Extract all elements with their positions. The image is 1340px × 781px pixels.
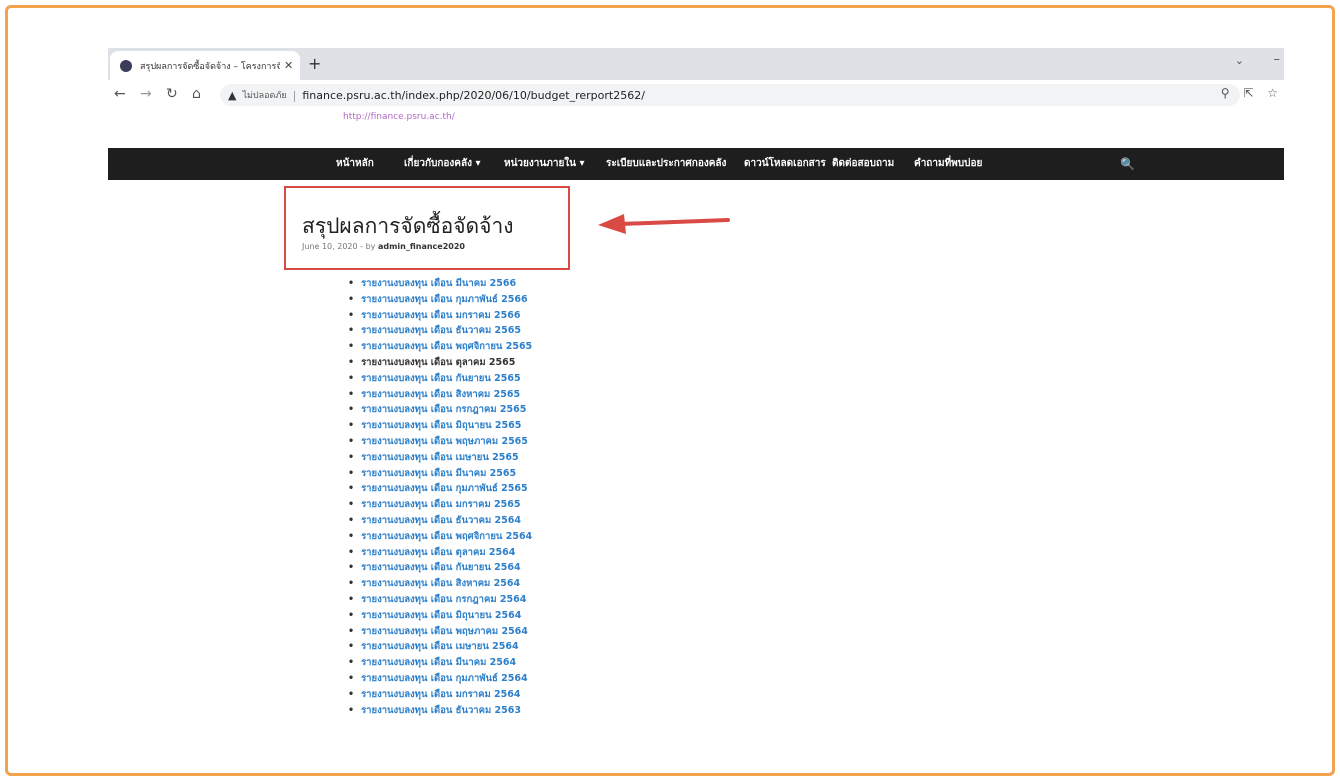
forward-arrow-icon[interactable]: →: [140, 86, 152, 102]
report-list-item[interactable]: รายงานงบลงทุน เดือน ตุลาคม 2564: [348, 545, 532, 561]
post-meta: June 10, 2020 - by admin_finance2020: [302, 242, 465, 251]
share-icon[interactable]: ⇱: [1243, 86, 1253, 100]
tab-search-chevron-icon[interactable]: ⌄: [1235, 54, 1244, 67]
address-bar: ← → ↻ ⌂ ▲ ไม่ปลอดภัย | finance.psru.ac.t…: [108, 80, 1284, 111]
nav-item-home[interactable]: หน้าหลัก: [336, 148, 374, 180]
report-list-item[interactable]: รายงานงบลงทุน เดือน มิถุนายน 2564: [348, 608, 532, 624]
report-list-item[interactable]: รายงานงบลงทุน เดือน กรกฎาคม 2565: [348, 402, 532, 418]
report-list-item[interactable]: รายงานงบลงทุน เดือน สิงหาคม 2564: [348, 576, 532, 592]
nav-item-about[interactable]: เกี่ยวกับกองคลัง ▾: [404, 148, 481, 180]
report-list-item[interactable]: รายงานงบลงทุน เดือน สิงหาคม 2565: [348, 387, 532, 403]
back-arrow-icon[interactable]: ←: [114, 86, 126, 102]
annotation-arrow-icon: [598, 214, 730, 234]
tab-title: สรุปผลการจัดซื้อจัดจ้าง – โครงการจัด: [140, 61, 280, 72]
post-date[interactable]: June 10, 2020: [302, 242, 358, 251]
report-list-item[interactable]: รายงานงบลงทุน เดือน กันยายน 2565: [348, 371, 532, 387]
site-favicon-icon: [120, 59, 132, 72]
not-secure-warning-icon[interactable]: ▲: [228, 89, 236, 102]
bookmark-star-icon[interactable]: ☆: [1267, 86, 1278, 100]
nav-item-departments[interactable]: หน่วยงานภายใน ▾: [504, 148, 585, 180]
site-navbar: หน้าหลัก เกี่ยวกับกองคลัง ▾ หน่วยงานภายใ…: [108, 148, 1284, 180]
tab-close-icon[interactable]: ✕: [284, 59, 293, 72]
report-list-item[interactable]: รายงานงบลงทุน เดือน มิถุนายน 2565: [348, 418, 532, 434]
report-list-item[interactable]: รายงานงบลงทุน เดือน มกราคม 2566: [348, 308, 532, 324]
browser-tab[interactable]: สรุปผลการจัดซื้อจัดจ้าง – โครงการจัด ✕: [110, 51, 300, 80]
report-list-item[interactable]: รายงานงบลงทุน เดือน กรกฎาคม 2564: [348, 592, 532, 608]
report-list-item[interactable]: รายงานงบลงทุน เดือน มีนาคม 2564: [348, 655, 532, 671]
report-list-item[interactable]: รายงานงบลงทุน เดือน เมษายน 2565: [348, 450, 532, 466]
report-list-item[interactable]: รายงานงบลงทุน เดือน กันยายน 2564: [348, 560, 532, 576]
url-omnibox[interactable]: ▲ ไม่ปลอดภัย | finance.psru.ac.th/index.…: [220, 84, 1240, 106]
nav-item-downloads[interactable]: ดาวน์โหลดเอกสาร: [744, 148, 826, 180]
site-home-link[interactable]: http://finance.psru.ac.th/: [343, 112, 455, 122]
report-list-item[interactable]: รายงานงบลงทุน เดือน พฤศจิกายน 2564: [348, 529, 532, 545]
report-list-item[interactable]: รายงานงบลงทุน เดือน ตุลาคม 2565: [348, 355, 532, 371]
report-list-item[interactable]: รายงานงบลงทุน เดือน กุมภาพันธ์ 2564: [348, 671, 532, 687]
post-by-label: - by: [360, 242, 376, 251]
report-list-item[interactable]: รายงานงบลงทุน เดือน มีนาคม 2565: [348, 466, 532, 482]
report-list-item[interactable]: รายงานงบลงทุน เดือน มกราคม 2564: [348, 687, 532, 703]
report-list-item[interactable]: รายงานงบลงทุน เดือน กุมภาพันธ์ 2566: [348, 292, 532, 308]
home-icon[interactable]: ⌂: [192, 86, 201, 102]
report-list-item[interactable]: รายงานงบลงทุน เดือน มีนาคม 2566: [348, 276, 532, 292]
page-title: สรุปผลการจัดซื้อจัดจ้าง: [302, 214, 514, 238]
zoom-icon[interactable]: ⚲: [1221, 86, 1230, 100]
report-list-item[interactable]: รายงานงบลงทุน เดือน ธันวาคม 2564: [348, 513, 532, 529]
minimize-window-icon[interactable]: –: [1274, 52, 1281, 67]
nav-item-regulations[interactable]: ระเบียบและประกาศกองคลัง: [606, 148, 726, 180]
omnibox-actions: ⚲ ⇱ ☆: [1211, 86, 1278, 100]
nav-item-faq[interactable]: คำถามที่พบบ่อย: [914, 148, 982, 180]
post-author[interactable]: admin_finance2020: [378, 242, 465, 251]
not-secure-label[interactable]: ไม่ปลอดภัย: [242, 88, 286, 102]
browser-window: สรุปผลการจัดซื้อจัดจ้าง – โครงการจัด ✕ +…: [108, 48, 1284, 768]
screenshot-frame: สรุปผลการจัดซื้อจัดจ้าง – โครงการจัด ✕ +…: [5, 5, 1335, 776]
report-list-item[interactable]: รายงานงบลงทุน เดือน พฤศจิกายน 2565: [348, 339, 532, 355]
web-page: http://finance.psru.ac.th/ หน้าหลัก เกี่…: [108, 110, 1284, 768]
report-list-item[interactable]: รายงานงบลงทุน เดือน ธันวาคม 2563: [348, 703, 532, 719]
site-search-icon[interactable]: 🔍: [1120, 148, 1135, 180]
url-text[interactable]: finance.psru.ac.th/index.php/2020/06/10/…: [302, 89, 645, 102]
nav-item-contact[interactable]: ติดต่อสอบถาม: [832, 148, 894, 180]
report-list-item[interactable]: รายงานงบลงทุน เดือน กุมภาพันธ์ 2565: [348, 481, 532, 497]
report-list-item[interactable]: รายงานงบลงทุน เดือน เมษายน 2564: [348, 639, 532, 655]
report-list: รายงานงบลงทุน เดือน มีนาคม 2566รายงานงบล…: [348, 276, 532, 718]
report-list-item[interactable]: รายงานงบลงทุน เดือน พฤษภาคม 2564: [348, 624, 532, 640]
report-list-item[interactable]: รายงานงบลงทุน เดือน พฤษภาคม 2565: [348, 434, 532, 450]
new-tab-button[interactable]: +: [308, 54, 321, 73]
report-list-item[interactable]: รายงานงบลงทุน เดือน มกราคม 2565: [348, 497, 532, 513]
report-list-item[interactable]: รายงานงบลงทุน เดือน ธันวาคม 2565: [348, 323, 532, 339]
omnibox-divider: |: [292, 88, 297, 102]
reload-icon[interactable]: ↻: [166, 86, 178, 102]
tab-strip: สรุปผลการจัดซื้อจัดจ้าง – โครงการจัด ✕ +…: [108, 48, 1284, 80]
